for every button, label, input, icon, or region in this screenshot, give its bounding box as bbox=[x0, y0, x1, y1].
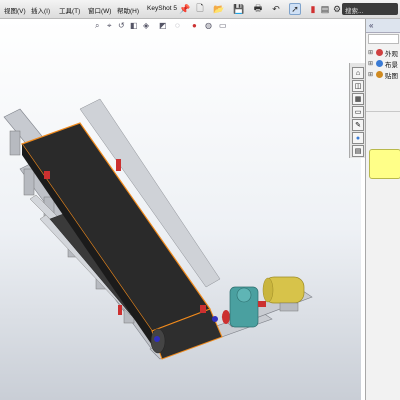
coupling-marker-head bbox=[200, 305, 206, 313]
tree-item-label: 布景 bbox=[385, 61, 398, 69]
scene-tab-icon[interactable]: ◫ bbox=[352, 80, 364, 92]
walkthrough-tab-icon[interactable]: ✎ bbox=[352, 119, 364, 131]
pin-icon[interactable]: 📌 bbox=[179, 3, 190, 15]
custom-properties-tab-icon[interactable]: ▤ bbox=[352, 145, 364, 157]
select-pointer-icon[interactable]: ➚ bbox=[289, 3, 301, 15]
tree-item-appearance[interactable]: ⊞ 外观 bbox=[368, 48, 398, 58]
collapse-pane-icon[interactable]: « bbox=[369, 21, 373, 30]
decal-icon bbox=[376, 71, 383, 78]
task-pane: « ⊞ 外观 ⊞ 布景 ⊞ 贴图 bbox=[365, 19, 400, 400]
tree-item-label: 外观 bbox=[385, 50, 398, 58]
menu-tools[interactable]: 工具(T) bbox=[59, 5, 80, 15]
undo-icon[interactable]: ↶ bbox=[270, 3, 282, 15]
panel-divider bbox=[366, 111, 400, 112]
expand-icon[interactable]: ⊞ bbox=[368, 49, 374, 56]
expand-icon[interactable]: ⊞ bbox=[368, 60, 374, 67]
menu-insert[interactable]: 插入(I) bbox=[31, 5, 50, 15]
task-pane-header: « bbox=[366, 19, 400, 33]
menu-view[interactable]: 视图(V) bbox=[4, 5, 26, 15]
coupling-marker-top bbox=[116, 159, 121, 171]
menu-bar: 视图(V) 插入(I) 工具(T) 窗口(W) 帮助(H) KeyShot 5 … bbox=[0, 0, 400, 19]
file-properties-icon[interactable]: ▤ bbox=[320, 3, 330, 15]
print-icon[interactable]: 🖶 bbox=[252, 3, 264, 15]
search-commands[interactable]: 搜索... bbox=[342, 3, 398, 15]
open-icon[interactable]: 📂 bbox=[213, 3, 225, 15]
conveyor-model bbox=[3, 98, 313, 360]
appearance-preview-swatch[interactable] bbox=[369, 149, 400, 179]
menu-window[interactable]: 窗口(W) bbox=[88, 5, 111, 15]
drive-coupling bbox=[222, 310, 230, 324]
display-manager-tab-icon[interactable]: ● bbox=[352, 132, 364, 144]
options-icon[interactable]: ⚙ bbox=[332, 3, 342, 15]
coupling-marker-bottom bbox=[118, 305, 122, 315]
menu-help[interactable]: 帮助(H) bbox=[117, 5, 139, 15]
appearance-icon bbox=[376, 49, 383, 56]
expand-icon[interactable]: ⊞ bbox=[368, 71, 374, 78]
decal-tab-icon[interactable]: ▦ bbox=[352, 93, 364, 105]
tree-item-decals[interactable]: ⊞ 贴图 bbox=[368, 70, 398, 80]
task-pane-tabs: ⌂ ◫ ▦ ▭ ✎ ● ▤ bbox=[349, 63, 366, 158]
appearance-tab-icon[interactable]: ⌂ bbox=[352, 67, 364, 79]
folder-tab-icon[interactable]: ▭ bbox=[352, 106, 364, 118]
search-commands-label: 搜索... bbox=[345, 8, 364, 15]
task-pane-search[interactable] bbox=[368, 34, 399, 44]
menu-keyshot[interactable]: KeyShot 5 bbox=[147, 5, 177, 12]
graphics-viewport[interactable]: ⌕ ⌖ ↺ ◧ ◈ ◩ ◌ ● ◍ ▭ ⌂ ◫ ▦ ▭ ✎ ● ▤ bbox=[0, 19, 366, 400]
save-icon[interactable]: 💾 bbox=[233, 3, 245, 15]
tree-item-scene[interactable]: ⊞ 布景 bbox=[368, 59, 398, 69]
tree-item-label: 贴图 bbox=[385, 72, 398, 80]
coupling-marker-left bbox=[44, 171, 50, 179]
scene-icon bbox=[376, 60, 383, 67]
new-document-icon[interactable]: 🗋 bbox=[194, 3, 206, 15]
rebuild-icon[interactable]: ▮ bbox=[308, 3, 318, 15]
